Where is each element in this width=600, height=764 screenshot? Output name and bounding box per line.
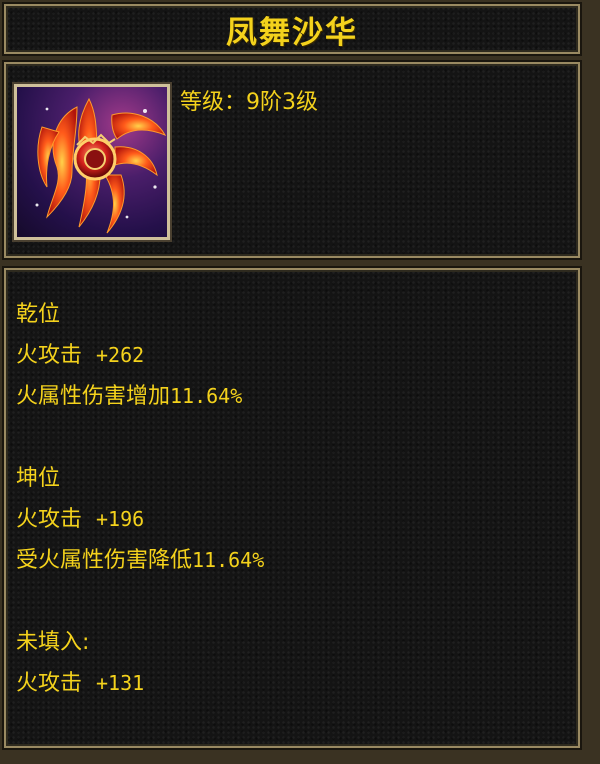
item-tooltip: 凤舞沙华 等级：9阶3级 乾位 火攻击 +262 火属性伤害增加11.64% 坤… <box>0 0 600 764</box>
stat-value: +131 <box>96 671 145 695</box>
slot-heading: 未填入: <box>16 630 90 655</box>
stat-name: 火攻击 <box>16 671 83 696</box>
item-icon-slot[interactable] <box>12 82 172 242</box>
slot-heading: 乾位 <box>16 302 61 327</box>
stat-value: +262 <box>96 343 145 367</box>
phoenix-feather-icon <box>35 97 167 234</box>
stat-name: 火攻击 <box>16 507 83 532</box>
attribute-list: 乾位 火攻击 +262 火属性伤害增加11.64% 坤位 火攻击 +196 受火属性… <box>16 294 566 704</box>
stat-name: 火属性伤害增加 <box>16 384 171 409</box>
stat-name: 受火属性伤害降低 <box>16 548 193 573</box>
slot-heading: 坤位 <box>16 466 61 491</box>
stat-row: 火攻击 +196 <box>16 499 566 540</box>
title-bar: 凤舞沙华 <box>2 2 582 56</box>
item-level: 等级：9阶3级 <box>180 90 318 115</box>
item-header: 等级：9阶3级 <box>2 60 582 260</box>
stat-row: 火攻击 +131 <box>16 663 566 704</box>
item-name: 凤舞沙华 <box>226 14 358 51</box>
stat-row: 火攻击 +262 <box>16 335 566 376</box>
stat-value: +196 <box>96 507 145 531</box>
stat-value: 11.64% <box>192 548 265 572</box>
stat-name: 火攻击 <box>16 343 83 368</box>
stat-value: 11.64% <box>170 384 243 408</box>
attribute-panel: 乾位 火攻击 +262 火属性伤害增加11.64% 坤位 火攻击 +196 受火属性… <box>2 266 582 750</box>
stat-row: 受火属性伤害降低11.64% <box>16 540 566 581</box>
stat-row: 火属性伤害增加11.64% <box>16 376 566 417</box>
